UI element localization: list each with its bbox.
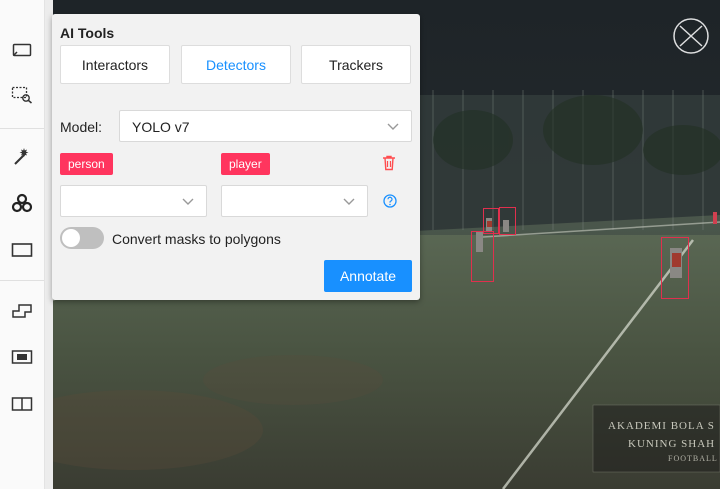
group-icon[interactable] bbox=[7, 296, 37, 326]
rectangle-icon[interactable] bbox=[7, 235, 37, 265]
cursor-icon[interactable] bbox=[7, 35, 37, 65]
track-icon[interactable] bbox=[7, 342, 37, 372]
convert-masks-toggle[interactable] bbox=[60, 227, 104, 249]
delete-icon[interactable] bbox=[382, 155, 396, 176]
tab-interactors[interactable]: Interactors bbox=[60, 45, 170, 84]
magic-wand-icon[interactable] bbox=[7, 141, 37, 171]
chevron-down-icon bbox=[182, 198, 194, 205]
task-label-tag: player bbox=[221, 153, 270, 175]
model-select[interactable]: YOLO v7 bbox=[119, 110, 412, 142]
toggle-knob bbox=[62, 229, 80, 247]
tab-trackers[interactable]: Trackers bbox=[301, 45, 411, 84]
split-icon[interactable] bbox=[7, 389, 37, 419]
bounding-box[interactable] bbox=[661, 237, 689, 299]
bounding-box[interactable] bbox=[483, 208, 499, 234]
bounding-box[interactable] bbox=[499, 207, 516, 235]
convert-masks-label: Convert masks to polygons bbox=[112, 231, 281, 247]
model-label-tag: person bbox=[60, 153, 113, 175]
model-label-select[interactable] bbox=[60, 185, 207, 217]
watermark-line-2: KUNING SHAH bbox=[628, 438, 716, 450]
annotate-button[interactable]: Annotate bbox=[324, 260, 412, 292]
panel-title: AI Tools bbox=[60, 25, 115, 41]
watermark-line-1: AKADEMI BOLA S bbox=[608, 420, 715, 432]
task-label-select[interactable] bbox=[221, 185, 368, 217]
help-icon[interactable] bbox=[383, 194, 397, 213]
controls-sidebar bbox=[0, 0, 45, 489]
tab-detectors[interactable]: Detectors bbox=[181, 45, 291, 84]
chevron-down-icon bbox=[343, 198, 355, 205]
model-select-value: YOLO v7 bbox=[132, 119, 190, 135]
chevron-down-icon bbox=[387, 123, 399, 130]
bounding-box[interactable] bbox=[471, 231, 494, 282]
ai-tools-panel: AI Tools Interactors Detectors Trackers … bbox=[52, 14, 420, 300]
openvino-icon[interactable] bbox=[7, 188, 37, 218]
zoom-region-icon[interactable] bbox=[7, 80, 37, 110]
watermark-line-3: FOOTBALL bbox=[668, 454, 718, 463]
model-label: Model: bbox=[60, 119, 103, 135]
